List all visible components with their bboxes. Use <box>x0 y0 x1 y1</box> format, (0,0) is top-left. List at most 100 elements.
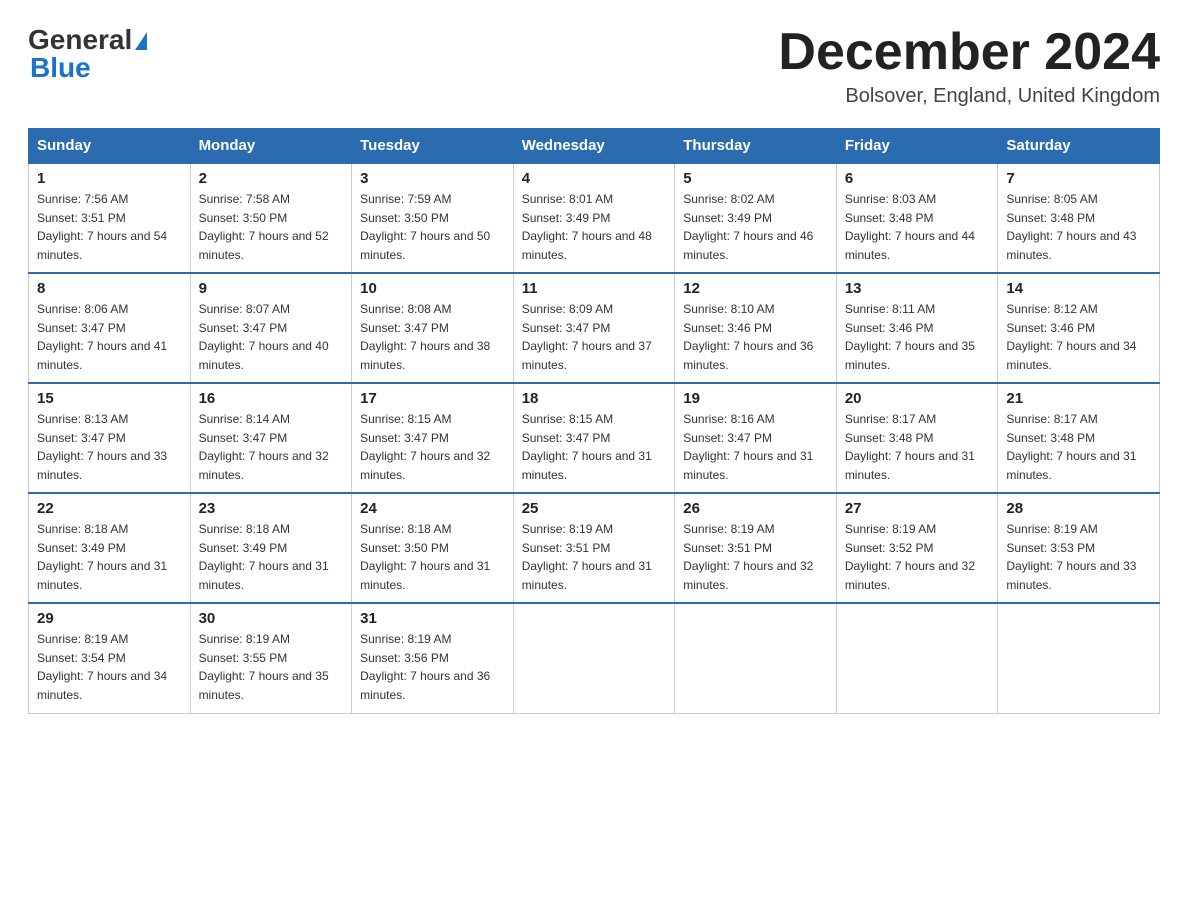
day-info: Sunrise: 8:16 AMSunset: 3:47 PMDaylight:… <box>683 410 828 484</box>
calendar-cell: 15 Sunrise: 8:13 AMSunset: 3:47 PMDaylig… <box>29 383 191 493</box>
calendar-cell: 28 Sunrise: 8:19 AMSunset: 3:53 PMDaylig… <box>998 493 1160 603</box>
day-number: 4 <box>522 170 667 187</box>
day-number: 19 <box>683 390 828 407</box>
title-block: December 2024 Bolsover, England, United … <box>778 24 1160 108</box>
day-info: Sunrise: 8:07 AMSunset: 3:47 PMDaylight:… <box>199 300 344 374</box>
calendar-cell: 21 Sunrise: 8:17 AMSunset: 3:48 PMDaylig… <box>998 383 1160 493</box>
day-number: 15 <box>37 390 182 407</box>
calendar-cell: 18 Sunrise: 8:15 AMSunset: 3:47 PMDaylig… <box>513 383 675 493</box>
calendar-cell: 7 Sunrise: 8:05 AMSunset: 3:48 PMDayligh… <box>998 163 1160 273</box>
calendar-table: SundayMondayTuesdayWednesdayThursdayFrid… <box>28 128 1160 714</box>
day-number: 11 <box>522 280 667 297</box>
page-header: General Blue December 2024 Bolsover, Eng… <box>28 24 1160 108</box>
calendar-cell <box>836 603 998 713</box>
day-info: Sunrise: 8:09 AMSunset: 3:47 PMDaylight:… <box>522 300 667 374</box>
day-number: 10 <box>360 280 505 297</box>
day-number: 7 <box>1006 170 1151 187</box>
day-number: 23 <box>199 500 344 517</box>
calendar-cell: 31 Sunrise: 8:19 AMSunset: 3:56 PMDaylig… <box>352 603 514 713</box>
day-info: Sunrise: 8:19 AMSunset: 3:53 PMDaylight:… <box>1006 520 1151 594</box>
day-info: Sunrise: 8:19 AMSunset: 3:52 PMDaylight:… <box>845 520 990 594</box>
day-number: 8 <box>37 280 182 297</box>
day-number: 12 <box>683 280 828 297</box>
calendar-cell: 4 Sunrise: 8:01 AMSunset: 3:49 PMDayligh… <box>513 163 675 273</box>
day-number: 20 <box>845 390 990 407</box>
day-number: 14 <box>1006 280 1151 297</box>
calendar-header-wednesday: Wednesday <box>513 129 675 164</box>
day-info: Sunrise: 8:06 AMSunset: 3:47 PMDaylight:… <box>37 300 182 374</box>
day-info: Sunrise: 8:17 AMSunset: 3:48 PMDaylight:… <box>845 410 990 484</box>
calendar-cell: 23 Sunrise: 8:18 AMSunset: 3:49 PMDaylig… <box>190 493 352 603</box>
day-info: Sunrise: 8:03 AMSunset: 3:48 PMDaylight:… <box>845 190 990 264</box>
day-number: 24 <box>360 500 505 517</box>
calendar-cell: 9 Sunrise: 8:07 AMSunset: 3:47 PMDayligh… <box>190 273 352 383</box>
day-number: 28 <box>1006 500 1151 517</box>
logo-blue-text: Blue <box>30 52 91 84</box>
day-info: Sunrise: 8:18 AMSunset: 3:50 PMDaylight:… <box>360 520 505 594</box>
day-info: Sunrise: 8:13 AMSunset: 3:47 PMDaylight:… <box>37 410 182 484</box>
day-number: 21 <box>1006 390 1151 407</box>
month-title: December 2024 <box>778 24 1160 81</box>
day-info: Sunrise: 8:15 AMSunset: 3:47 PMDaylight:… <box>360 410 505 484</box>
day-number: 1 <box>37 170 182 187</box>
calendar-header-monday: Monday <box>190 129 352 164</box>
day-number: 31 <box>360 610 505 627</box>
day-info: Sunrise: 8:15 AMSunset: 3:47 PMDaylight:… <box>522 410 667 484</box>
day-number: 30 <box>199 610 344 627</box>
calendar-header-row: SundayMondayTuesdayWednesdayThursdayFrid… <box>29 129 1160 164</box>
calendar-header-thursday: Thursday <box>675 129 837 164</box>
day-number: 9 <box>199 280 344 297</box>
day-info: Sunrise: 8:19 AMSunset: 3:56 PMDaylight:… <box>360 630 505 704</box>
day-info: Sunrise: 8:01 AMSunset: 3:49 PMDaylight:… <box>522 190 667 264</box>
location-text: Bolsover, England, United Kingdom <box>778 85 1160 108</box>
calendar-cell: 11 Sunrise: 8:09 AMSunset: 3:47 PMDaylig… <box>513 273 675 383</box>
day-info: Sunrise: 8:12 AMSunset: 3:46 PMDaylight:… <box>1006 300 1151 374</box>
day-number: 22 <box>37 500 182 517</box>
calendar-cell: 17 Sunrise: 8:15 AMSunset: 3:47 PMDaylig… <box>352 383 514 493</box>
calendar-cell: 2 Sunrise: 7:58 AMSunset: 3:50 PMDayligh… <box>190 163 352 273</box>
day-info: Sunrise: 8:18 AMSunset: 3:49 PMDaylight:… <box>37 520 182 594</box>
day-info: Sunrise: 8:19 AMSunset: 3:54 PMDaylight:… <box>37 630 182 704</box>
day-info: Sunrise: 8:17 AMSunset: 3:48 PMDaylight:… <box>1006 410 1151 484</box>
day-info: Sunrise: 8:14 AMSunset: 3:47 PMDaylight:… <box>199 410 344 484</box>
day-info: Sunrise: 7:58 AMSunset: 3:50 PMDaylight:… <box>199 190 344 264</box>
calendar-week-1: 1 Sunrise: 7:56 AMSunset: 3:51 PMDayligh… <box>29 163 1160 273</box>
day-number: 5 <box>683 170 828 187</box>
calendar-cell: 14 Sunrise: 8:12 AMSunset: 3:46 PMDaylig… <box>998 273 1160 383</box>
calendar-cell: 8 Sunrise: 8:06 AMSunset: 3:47 PMDayligh… <box>29 273 191 383</box>
day-number: 18 <box>522 390 667 407</box>
day-number: 17 <box>360 390 505 407</box>
day-info: Sunrise: 8:08 AMSunset: 3:47 PMDaylight:… <box>360 300 505 374</box>
calendar-week-2: 8 Sunrise: 8:06 AMSunset: 3:47 PMDayligh… <box>29 273 1160 383</box>
day-info: Sunrise: 8:02 AMSunset: 3:49 PMDaylight:… <box>683 190 828 264</box>
calendar-cell: 29 Sunrise: 8:19 AMSunset: 3:54 PMDaylig… <box>29 603 191 713</box>
logo-triangle-icon <box>135 32 147 50</box>
calendar-cell: 27 Sunrise: 8:19 AMSunset: 3:52 PMDaylig… <box>836 493 998 603</box>
calendar-cell: 22 Sunrise: 8:18 AMSunset: 3:49 PMDaylig… <box>29 493 191 603</box>
day-number: 29 <box>37 610 182 627</box>
day-number: 27 <box>845 500 990 517</box>
calendar-cell: 26 Sunrise: 8:19 AMSunset: 3:51 PMDaylig… <box>675 493 837 603</box>
day-number: 6 <box>845 170 990 187</box>
calendar-cell <box>675 603 837 713</box>
calendar-cell: 13 Sunrise: 8:11 AMSunset: 3:46 PMDaylig… <box>836 273 998 383</box>
calendar-cell: 20 Sunrise: 8:17 AMSunset: 3:48 PMDaylig… <box>836 383 998 493</box>
calendar-cell: 19 Sunrise: 8:16 AMSunset: 3:47 PMDaylig… <box>675 383 837 493</box>
calendar-cell <box>998 603 1160 713</box>
calendar-cell: 1 Sunrise: 7:56 AMSunset: 3:51 PMDayligh… <box>29 163 191 273</box>
calendar-week-4: 22 Sunrise: 8:18 AMSunset: 3:49 PMDaylig… <box>29 493 1160 603</box>
day-info: Sunrise: 8:19 AMSunset: 3:51 PMDaylight:… <box>522 520 667 594</box>
calendar-cell: 25 Sunrise: 8:19 AMSunset: 3:51 PMDaylig… <box>513 493 675 603</box>
day-info: Sunrise: 7:59 AMSunset: 3:50 PMDaylight:… <box>360 190 505 264</box>
day-number: 13 <box>845 280 990 297</box>
calendar-header-friday: Friday <box>836 129 998 164</box>
calendar-cell: 5 Sunrise: 8:02 AMSunset: 3:49 PMDayligh… <box>675 163 837 273</box>
calendar-header-sunday: Sunday <box>29 129 191 164</box>
day-number: 3 <box>360 170 505 187</box>
calendar-cell <box>513 603 675 713</box>
day-info: Sunrise: 8:18 AMSunset: 3:49 PMDaylight:… <box>199 520 344 594</box>
calendar-week-3: 15 Sunrise: 8:13 AMSunset: 3:47 PMDaylig… <box>29 383 1160 493</box>
calendar-cell: 6 Sunrise: 8:03 AMSunset: 3:48 PMDayligh… <box>836 163 998 273</box>
day-info: Sunrise: 8:19 AMSunset: 3:51 PMDaylight:… <box>683 520 828 594</box>
calendar-cell: 3 Sunrise: 7:59 AMSunset: 3:50 PMDayligh… <box>352 163 514 273</box>
